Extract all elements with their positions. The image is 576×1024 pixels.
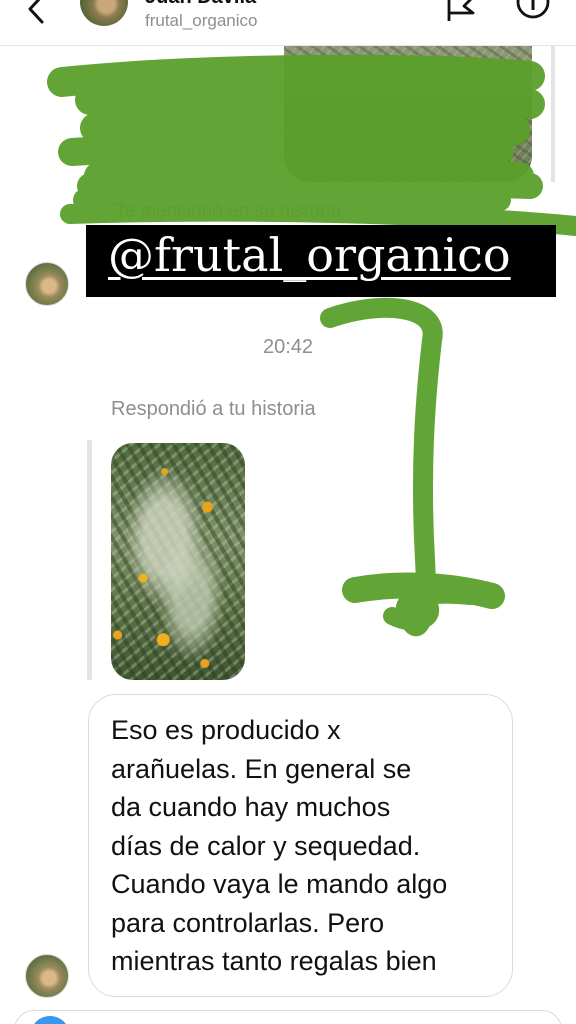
flag-icon[interactable] <box>446 0 476 22</box>
sender-avatar[interactable] <box>25 954 69 998</box>
mention-sticker-text[interactable]: @frutal_organico <box>108 228 511 282</box>
info-icon[interactable] <box>515 0 551 22</box>
replied-story-image[interactable] <box>111 443 245 680</box>
message-composer[interactable] <box>14 1010 562 1024</box>
contact-username[interactable]: frutal_organico <box>145 11 257 31</box>
contact-name[interactable]: Juan Dávila <box>145 0 256 9</box>
chat-header: Juan Dávila frutal_organico <box>0 0 576 46</box>
message-text: Eso es producido x arañuelas. En general… <box>111 715 448 976</box>
sender-avatar[interactable] <box>25 262 69 306</box>
header-avatar[interactable] <box>80 0 128 26</box>
quote-line <box>87 440 92 680</box>
quote-line <box>551 40 555 182</box>
mention-caption: Te mencionó en su historia <box>115 201 342 222</box>
chevron-left-icon[interactable] <box>22 0 48 24</box>
message-timestamp: 20:42 <box>262 336 314 358</box>
reply-caption: Respondió a tu historia <box>111 398 316 420</box>
mentioned-story-thumbnail[interactable] <box>284 40 532 182</box>
